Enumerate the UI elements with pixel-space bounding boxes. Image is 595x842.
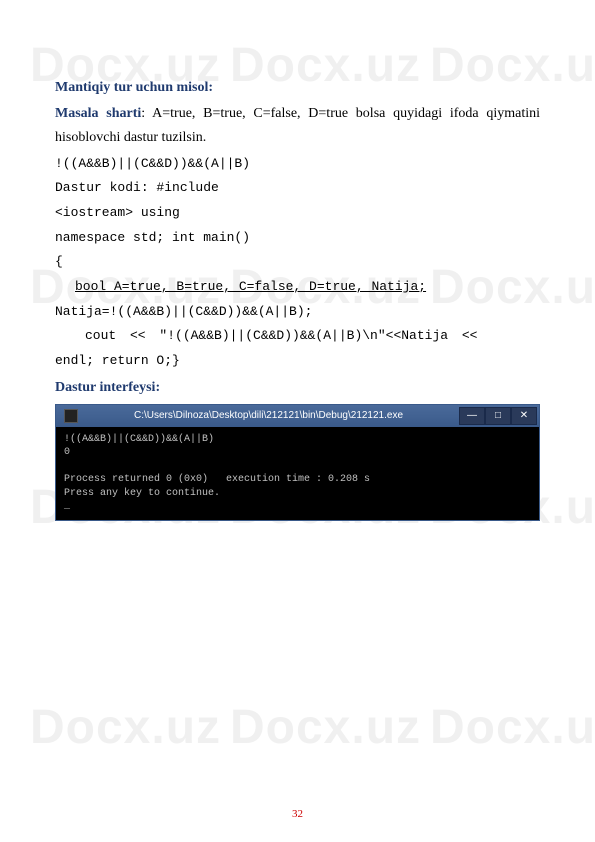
code-line-2: Dastur kodi: #include [55, 176, 540, 201]
console-titlebar: C:\Users\Dilnoza\Desktop\dili\212121\bin… [56, 405, 539, 427]
console-app-icon [64, 409, 78, 423]
section-heading-1: Mantiqiy tur uchun misol: [55, 80, 540, 96]
code-line-1: !((A&&B)||(C&&D))&&(A||B) [55, 152, 540, 177]
maximize-button[interactable]: □ [485, 407, 511, 425]
page-number: 32 [0, 808, 595, 820]
close-button[interactable]: ✕ [511, 407, 537, 425]
code-line-7: Natija=!((A&&B)||(C&&D))&&(A||B); [55, 300, 540, 325]
window-controls: — □ ✕ [459, 407, 537, 425]
watermark: Docx.uz [30, 700, 221, 755]
code-line-8: cout << "!((A&&B)||(C&&D))&&(A||B)\n"<<N… [85, 324, 540, 349]
code-line-3: <iostream> using [55, 201, 540, 226]
page-content: Mantiqiy tur uchun misol: Masala sharti:… [55, 80, 540, 521]
minimize-button[interactable]: — [459, 407, 485, 425]
watermark: Docx.uz [230, 700, 421, 755]
code-line-9: endl; return O;} [55, 349, 540, 374]
section-heading-2: Dastur interfeysi: [55, 380, 540, 396]
masala-paragraph: Masala sharti: A=true, B=true, C=false, … [55, 102, 540, 150]
code-line-4: namespace std; int main() [55, 226, 540, 251]
console-output: !((A&&B)||(C&&D))&&(A||B) 0 Process retu… [56, 427, 539, 520]
code-line-6: bool A=true, B=true, C=false, D=true, Na… [75, 275, 540, 300]
masala-label: Masala sharti [55, 106, 141, 121]
watermark: Docx.uz [430, 700, 595, 755]
code-line-5: { [55, 250, 540, 275]
console-window: C:\Users\Dilnoza\Desktop\dili\212121\bin… [55, 404, 540, 521]
console-title: C:\Users\Dilnoza\Desktop\dili\212121\bin… [78, 410, 459, 421]
